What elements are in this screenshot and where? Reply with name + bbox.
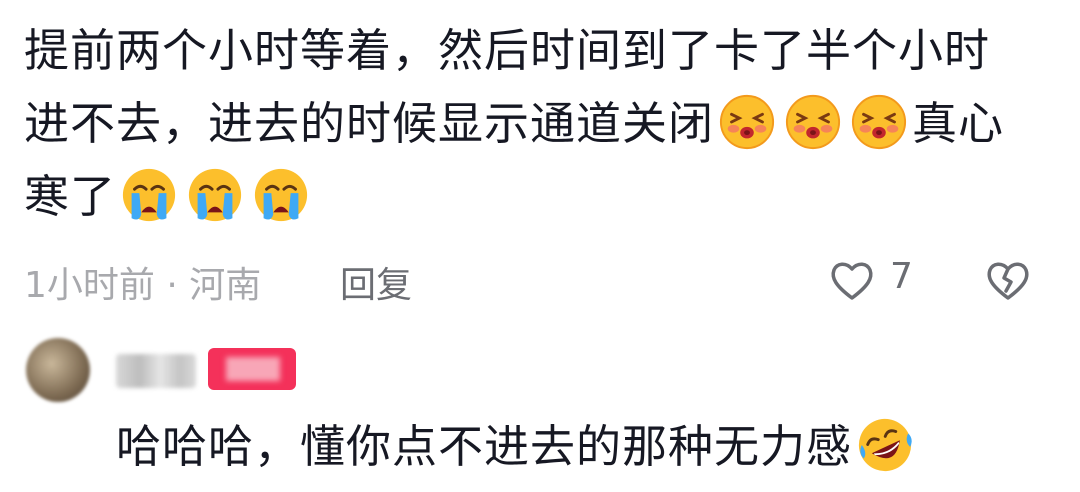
comment-time-location: 1小时前 · 河南 bbox=[24, 265, 262, 306]
dislike-icon[interactable] bbox=[982, 254, 1034, 306]
reply-text: 哈哈哈，懂你点不进去的那种无力感 bbox=[116, 416, 918, 476]
reply-username-blurred[interactable] bbox=[116, 354, 196, 388]
comment-line-2a: 进不去，进去的时候显示通道关闭 bbox=[24, 97, 715, 150]
crying-face-icon bbox=[120, 166, 178, 224]
reply-button[interactable]: 回复 bbox=[340, 256, 412, 308]
author-badge bbox=[208, 348, 296, 390]
like-icon[interactable] bbox=[826, 254, 878, 306]
comment-meta-row: 1小时前 · 河南 回复 7 bbox=[24, 252, 1054, 310]
crying-face-icon bbox=[186, 166, 244, 224]
comment-line-1: 提前两个小时等着，然后时间到了卡了半个小时 bbox=[24, 24, 991, 77]
kissing-face-icon bbox=[784, 93, 842, 151]
like-count: 7 bbox=[890, 256, 913, 297]
avatar[interactable] bbox=[26, 338, 90, 402]
kissing-face-icon bbox=[718, 93, 776, 151]
comment-text: 提前两个小时等着，然后时间到了卡了半个小时 进不去，进去的时候显示通道关闭 真心 … bbox=[24, 14, 1054, 233]
comment-line-3: 寒了 bbox=[24, 170, 117, 223]
reply-body: 哈哈哈，懂你点不进去的那种无力感 bbox=[116, 420, 853, 473]
kissing-face-icon bbox=[850, 93, 908, 151]
comment-line-2b: 真心 bbox=[912, 97, 1005, 150]
rofl-face-icon bbox=[856, 416, 914, 474]
crying-face-icon bbox=[252, 166, 310, 224]
